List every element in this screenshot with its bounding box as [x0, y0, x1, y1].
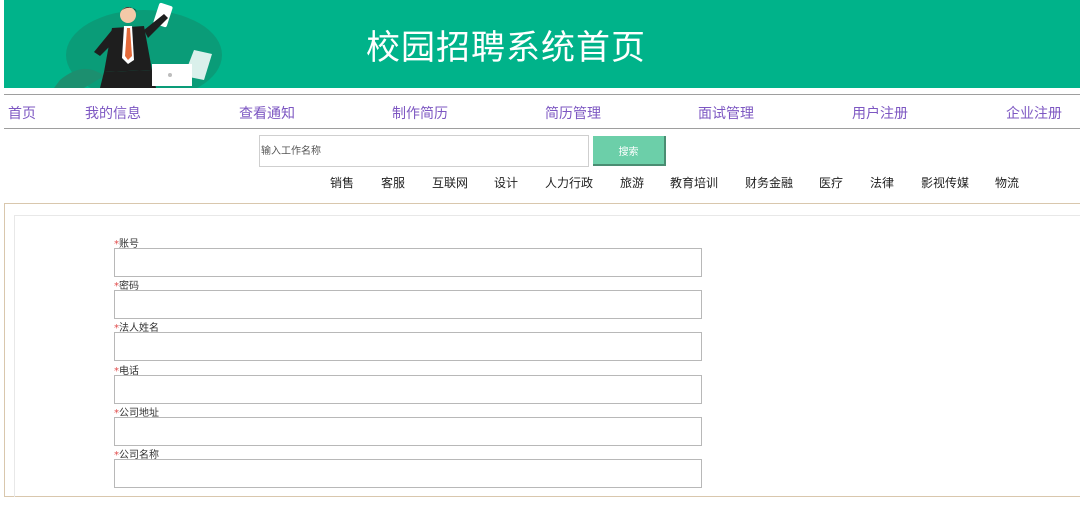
category-item[interactable]: 法律 — [870, 174, 894, 191]
category-item[interactable]: 互联网 — [432, 174, 468, 191]
company-address-field[interactable] — [114, 417, 702, 446]
page-title: 校园招聘系统首页 — [366, 28, 646, 68]
category-item[interactable]: 物流 — [995, 174, 1019, 191]
nav-item-my-info[interactable]: 我的信息 — [85, 103, 141, 123]
category-list: 销售 客服 互联网 设计 人力行政 旅游 教育培训 财务金融 医疗 法律 影视传… — [0, 174, 1080, 192]
phone-field[interactable] — [114, 375, 702, 404]
person-illustration-icon — [54, 2, 222, 88]
nav-item-home[interactable]: 首页 — [8, 103, 36, 123]
password-field[interactable] — [114, 290, 702, 319]
category-item[interactable]: 销售 — [330, 174, 354, 191]
nav-item-create-resume[interactable]: 制作简历 — [392, 103, 448, 123]
account-field[interactable] — [114, 248, 702, 277]
main-nav: 首页 我的信息 查看通知 制作简历 简历管理 面试管理 用户注册 企业注册 — [4, 94, 1080, 129]
category-item[interactable]: 影视传媒 — [921, 174, 969, 191]
category-item[interactable]: 旅游 — [620, 174, 644, 191]
nav-item-company-register[interactable]: 企业注册 — [1006, 103, 1062, 123]
nav-item-resume-manage[interactable]: 简历管理 — [545, 103, 601, 123]
nav-item-notifications[interactable]: 查看通知 — [239, 103, 295, 123]
category-item[interactable]: 教育培训 — [670, 174, 718, 191]
category-item[interactable]: 客服 — [381, 174, 405, 191]
nav-item-user-register[interactable]: 用户注册 — [852, 103, 908, 123]
search-input[interactable] — [259, 135, 589, 167]
header-banner: 校园招聘系统首页 — [4, 0, 1080, 88]
category-item[interactable]: 人力行政 — [545, 174, 593, 191]
category-item[interactable]: 设计 — [494, 174, 518, 191]
nav-item-interview-manage[interactable]: 面试管理 — [698, 103, 754, 123]
search-button[interactable]: 搜索 — [593, 136, 666, 166]
company-name-field[interactable] — [114, 459, 702, 488]
legal-person-field[interactable] — [114, 332, 702, 361]
category-item[interactable]: 医疗 — [819, 174, 843, 191]
category-item[interactable]: 财务金融 — [745, 174, 793, 191]
